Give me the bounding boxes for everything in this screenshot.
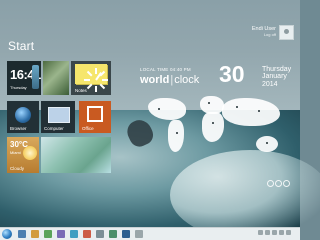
clock-tile[interactable]: 16:41 Thursday bbox=[7, 61, 41, 95]
taskbar-app-icon[interactable] bbox=[44, 230, 52, 238]
world-map[interactable] bbox=[140, 92, 298, 172]
photo-tile[interactable] bbox=[43, 61, 69, 95]
taskbar-app-icon[interactable] bbox=[57, 230, 65, 238]
clock-weekday: Thursday bbox=[10, 85, 27, 90]
computer-screen-icon bbox=[48, 107, 70, 123]
browser-label: Browser bbox=[10, 126, 27, 131]
browser-globe-icon bbox=[15, 107, 31, 123]
clock-icons bbox=[32, 65, 39, 89]
world-clock-title-clock: clock bbox=[174, 74, 200, 86]
taskbar-app-icon[interactable] bbox=[135, 230, 143, 238]
taskbar-app-icon[interactable] bbox=[109, 230, 117, 238]
weather-city: Miami bbox=[10, 150, 21, 155]
tray-icon[interactable] bbox=[279, 230, 284, 235]
weather-tile[interactable]: 30°C Miami Cloudy bbox=[7, 137, 39, 173]
tray-icon[interactable] bbox=[258, 230, 263, 235]
office-tile[interactable]: Office bbox=[79, 101, 111, 133]
office-label: Office bbox=[82, 126, 94, 131]
map-dot bbox=[176, 132, 178, 134]
local-time-label: LOCAL TIME 04:40 PM bbox=[140, 67, 191, 72]
browser-tile[interactable]: Browser bbox=[7, 101, 39, 133]
taskbar-app-icon[interactable] bbox=[18, 230, 26, 238]
system-tray[interactable] bbox=[258, 230, 298, 238]
sun-icon bbox=[23, 146, 37, 160]
map-dot bbox=[212, 122, 214, 124]
taskbar bbox=[0, 227, 300, 240]
photo-flowers-tile[interactable] bbox=[41, 137, 111, 173]
world-clock-title: world|clock bbox=[140, 74, 199, 86]
tray-icon[interactable] bbox=[272, 230, 277, 235]
taskbar-app-icon[interactable] bbox=[122, 230, 130, 238]
user-avatar-icon[interactable] bbox=[279, 25, 294, 40]
computer-label: Computer bbox=[44, 126, 64, 131]
calendar-day: 30 bbox=[219, 61, 245, 87]
map-control-icon[interactable] bbox=[275, 180, 282, 187]
windows-start-icon[interactable] bbox=[2, 229, 12, 239]
calendar-year: 2014 bbox=[262, 81, 278, 88]
weather-condition: Cloudy bbox=[10, 166, 25, 171]
map-dot bbox=[236, 106, 238, 108]
calendar-weekday: Thursday bbox=[262, 66, 292, 73]
world-clock-title-world: world bbox=[140, 74, 170, 86]
map-dot bbox=[158, 108, 160, 110]
taskbar-app-icon[interactable] bbox=[96, 230, 104, 238]
world-clock-title-sep: | bbox=[170, 74, 174, 86]
map-dot bbox=[208, 102, 210, 104]
map-controls[interactable] bbox=[267, 180, 295, 187]
tray-icon[interactable] bbox=[265, 230, 270, 235]
map-control-icon[interactable] bbox=[267, 180, 274, 187]
taskbar-app-icon[interactable] bbox=[83, 230, 91, 238]
user-subtitle[interactable]: Log off bbox=[252, 32, 276, 38]
taskbar-app-icon[interactable] bbox=[70, 230, 78, 238]
map-dot bbox=[266, 142, 268, 144]
calendar-month: January bbox=[262, 73, 287, 80]
analog-clock-icon bbox=[84, 68, 108, 92]
start-title: Start bbox=[8, 39, 35, 53]
tray-icon[interactable] bbox=[286, 230, 291, 235]
office-icon bbox=[87, 106, 103, 122]
map-dot bbox=[258, 110, 260, 112]
taskbar-app-icon[interactable] bbox=[31, 230, 39, 238]
user-info[interactable]: Endi User Log off bbox=[252, 26, 276, 38]
map-control-icon[interactable] bbox=[283, 180, 290, 187]
computer-tile[interactable]: Computer bbox=[41, 101, 75, 133]
